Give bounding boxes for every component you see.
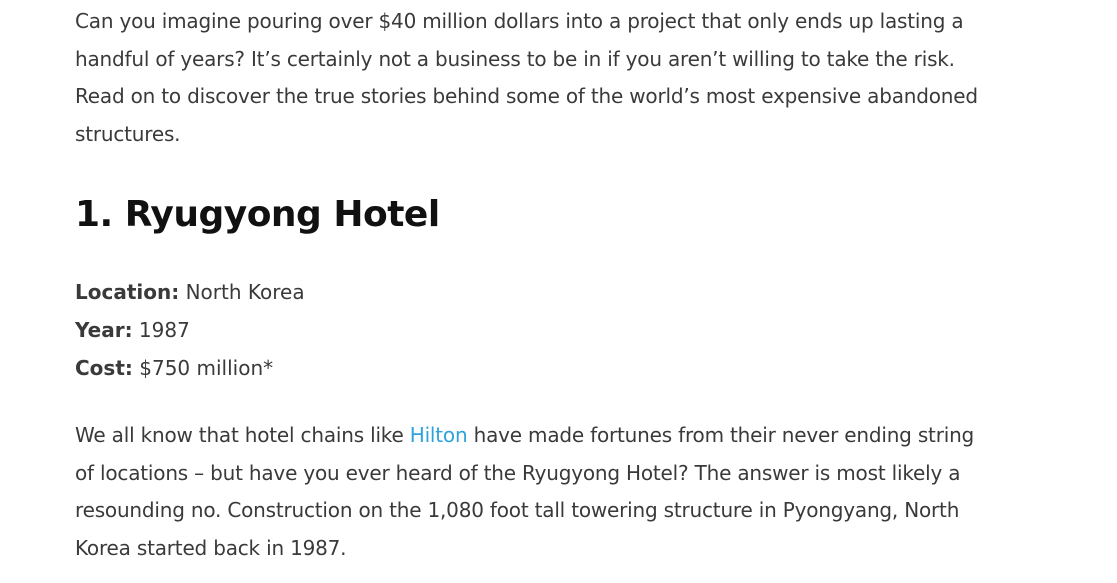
fact-year-value: 1987 [132, 317, 190, 342]
fact-location: Location: North Korea [75, 274, 995, 312]
fact-cost-label: Cost: [75, 355, 133, 380]
fact-cost-value: $750 million* [132, 355, 274, 380]
fact-cost: Cost: $750 million* [75, 350, 995, 388]
intro-paragraph: Can you imagine pouring over $40 million… [75, 9, 978, 146]
fact-location-value: North Korea [179, 280, 305, 305]
fact-location-label: Location: [75, 280, 180, 305]
hilton-link[interactable]: Hilton [410, 423, 468, 447]
fact-year-label: Year: [75, 317, 133, 342]
fact-year: Year: 1987 [75, 312, 995, 350]
body-paragraph: We all know that hotel chains like Hilto… [75, 417, 995, 567]
body-text-before-link: We all know that hotel chains like [75, 423, 410, 448]
facts-list: Location: North Korea Year: 1987 Cost: $… [75, 274, 995, 387]
article-body: Can you imagine pouring over $40 million… [75, 3, 995, 568]
section-heading: 1. Ryugyong Hotel [75, 194, 440, 236]
